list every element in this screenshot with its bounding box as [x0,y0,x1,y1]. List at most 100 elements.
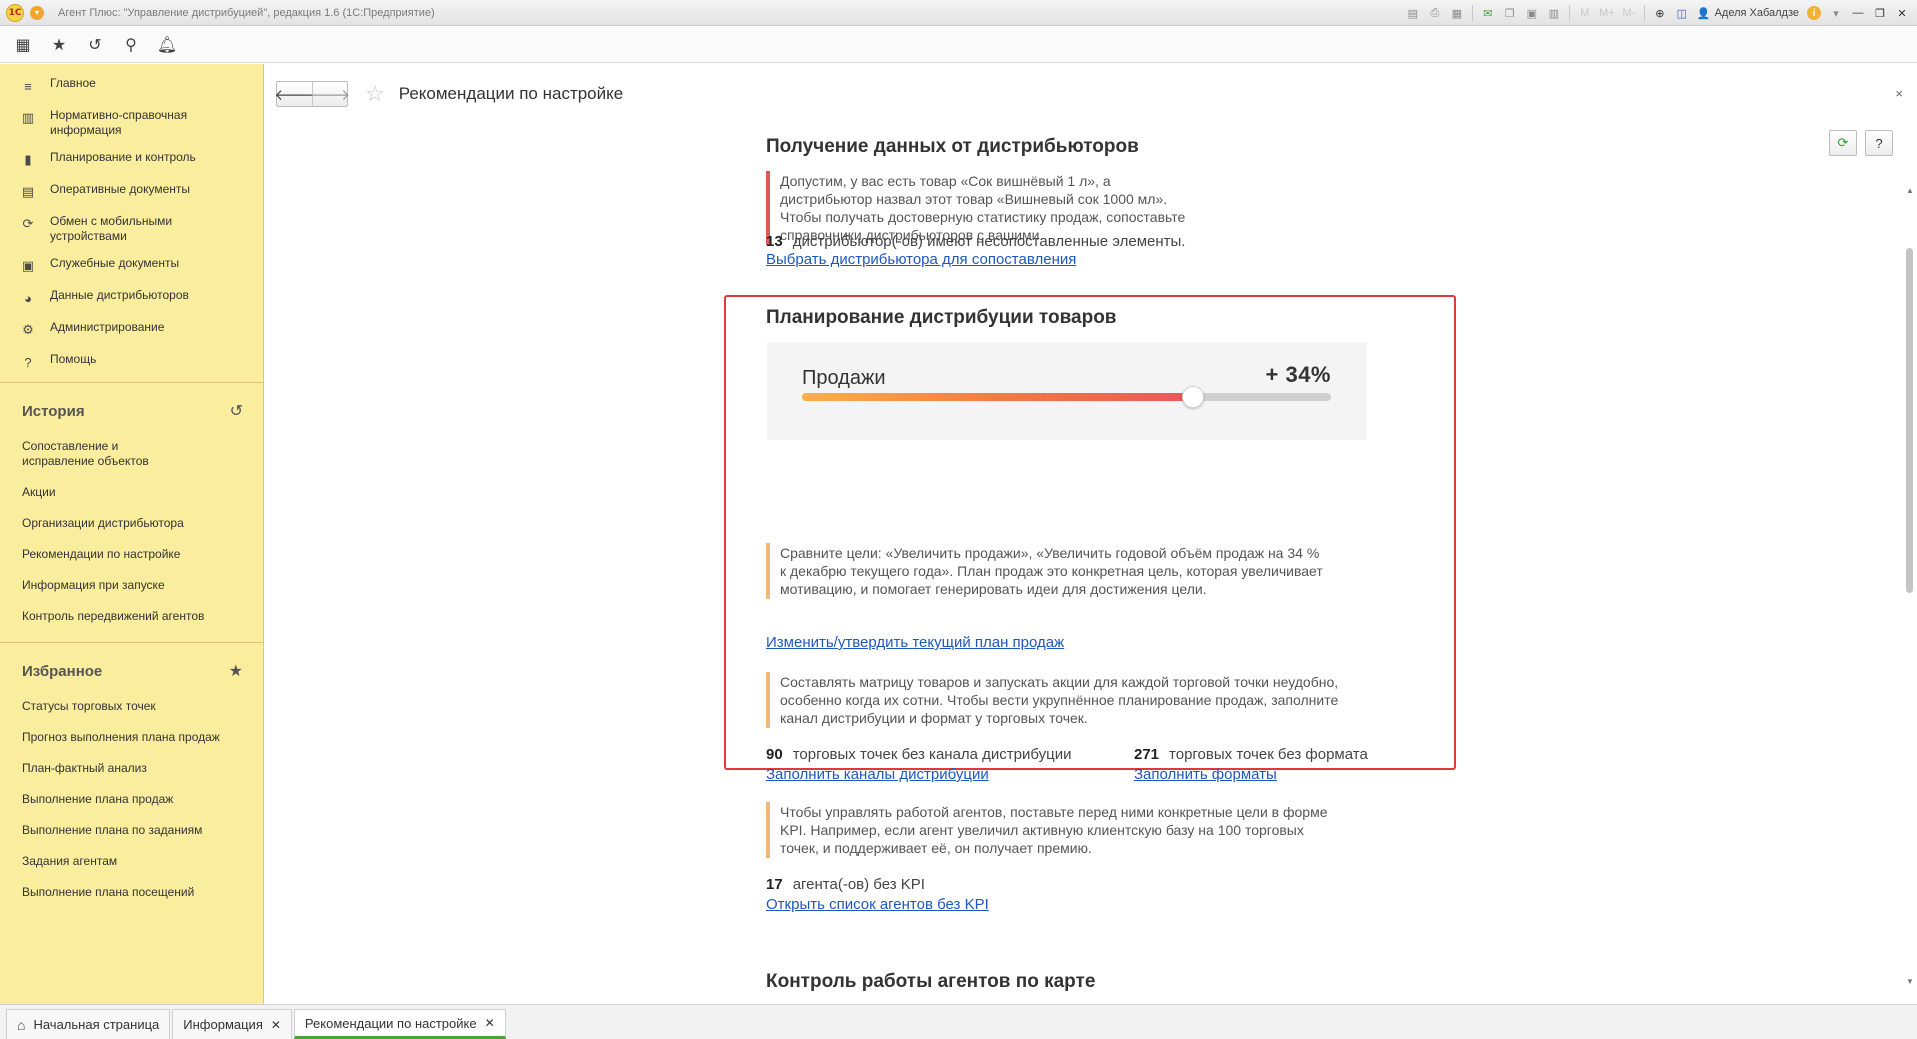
apps-grid-icon[interactable]: ▦ [12,34,34,56]
select-distributor-link[interactable]: Выбрать дистрибьютора для сопоставления [766,251,1076,268]
search-icon[interactable]: ⚲ [120,34,142,56]
restore-icon[interactable]: ❐ [1873,6,1887,20]
tab-home[interactable]: ⌂ Начальная страница [6,1009,171,1039]
stat-no-kpi: 17 агента(-ов) без KPI [766,876,925,893]
forward-button[interactable]: 🡒 [310,82,350,106]
minimize-icon[interactable]: — [1851,6,1865,20]
sidebar-item-reference[interactable]: ▥ Нормативно-справочная информация [0,102,263,144]
favorite-star-icon[interactable]: ☆ [365,81,385,107]
scroll-thumb[interactable] [1906,248,1913,593]
page-title: Рекомендации по настройке [398,84,624,103]
back-button[interactable]: 🡐 [274,82,314,106]
sidebar-item-operational-docs[interactable]: ▤ Оперативные документы [0,176,263,208]
window-titlebar: 1С ▾ Агент Плюс: "Управление дистрибуцие… [0,0,1917,26]
history-item[interactable]: Информация при запуске [0,570,263,601]
stat-distributors-count: 13 [766,233,783,250]
sidebar-item-planning[interactable]: ▮ Планирование и контроль [0,144,263,176]
pie-icon: ◕ [24,290,32,306]
sidebar-item-help[interactable]: ? Помощь [0,346,263,378]
stat-no-kpi-count: 17 [766,876,783,893]
section-distributors-title: Получение данных от дистрибьюторов [766,136,1139,157]
favorite-item[interactable]: Прогноз выполнения плана продаж [0,722,263,753]
menu-icon: ≡ [24,78,32,94]
zoom-icon[interactable]: ⊕ [1653,6,1667,20]
sales-goal-panel: Продажи + 34% [767,342,1367,440]
favorite-item[interactable]: Задания агентам [0,846,263,877]
tab-information[interactable]: Информация ✕ [172,1009,292,1039]
book-icon: ▥ [21,110,35,125]
help-icon: ? [24,354,32,370]
window-close-icon[interactable]: ✕ [1895,6,1909,20]
stat-no-format: 271 торговых точек без формата [1134,746,1368,763]
print-icon[interactable]: ⎙ [1428,6,1442,20]
app-logo-icon: 1С [6,3,24,22]
history-item[interactable]: Контроль передвижений агентов [0,601,263,632]
close-icon[interactable]: ✕ [271,1018,281,1032]
history-nav: 🡐 🡒 [274,81,350,107]
stat-no-channel: 90 торговых точек без канала дистрибуции [766,746,1072,763]
favorite-item[interactable]: Выполнение плана посещений [0,877,263,908]
sidebar-item-main[interactable]: ≡ Главное [0,70,263,102]
open-agents-without-kpi-link[interactable]: Открыть список агентов без KPI [766,896,989,913]
current-user[interactable]: 👤 Аделя Хабалдзе [1697,7,1799,20]
command-bar: ⟳ ? [1829,130,1893,156]
user-icon: 👤 [1696,7,1711,20]
clipboard-icon[interactable]: ▣ [1525,6,1539,20]
tab-label: Рекомендации по настройке [304,1015,477,1031]
fill-formats-link[interactable]: Заполнить форматы [1134,766,1277,783]
mail-icon[interactable]: ✉ [1481,6,1495,20]
info-icon[interactable]: i [1807,6,1821,20]
copy-icon[interactable]: ❐ [1503,6,1517,20]
sections-nav: ≡ Главное ▥ Нормативно-справочная информ… [0,64,263,382]
favorite-item[interactable]: Статусы торговых точек [0,691,263,722]
history-item[interactable]: Акции [0,477,263,508]
favorite-item[interactable]: Выполнение плана по заданиям [0,815,263,846]
tab-label: Информация [183,1017,263,1032]
calendar-icon[interactable]: ▥ [1547,6,1561,20]
sidebar-item-distributor-data[interactable]: ◕ Данные дистрибьюторов [0,282,263,314]
sales-slider-handle[interactable] [1182,386,1205,408]
memory-m-minus-button[interactable]: M- [1622,6,1636,20]
history-item[interactable]: Организации дистрибьютора [0,508,263,539]
preview-icon[interactable]: ▦ [1450,6,1464,20]
star-icon[interactable]: ★ [229,661,243,681]
close-icon[interactable]: ✕ [485,1016,495,1030]
memory-m-plus-button[interactable]: M+ [1599,6,1615,20]
history-item[interactable]: Рекомендации по настройке [0,539,263,570]
window-title: Агент Плюс: "Управление дистрибуцией", р… [58,6,435,19]
star-icon[interactable]: ★ [48,34,70,56]
memory-m-button[interactable]: M [1578,6,1592,20]
history-item[interactable]: Сопоставление и исправление объектов [0,431,200,477]
favorite-item[interactable]: Выполнение плана продаж [0,784,263,815]
stat-no-channel-count: 90 [766,746,783,763]
help-button[interactable]: ? [1865,130,1893,156]
sidebar-item-administration[interactable]: ⚙ Администрирование [0,314,263,346]
scroll-down-icon[interactable]: ▼ [1906,977,1914,986]
favorite-item[interactable]: План-фактный анализ [0,753,263,784]
sidebar-item-mobile-exchange[interactable]: ⟳ Обмен с мобильными устройствами [0,208,263,250]
panel-icon[interactable]: ◫ [1675,6,1689,20]
close-icon[interactable]: × [1895,86,1903,101]
bell-icon[interactable]: 🔔︎ [156,34,178,56]
tab-label: Начальная страница [33,1017,160,1032]
user-name: Аделя Хабалдзе [1714,7,1799,19]
scroll-up-icon[interactable]: ▲ [1906,186,1914,195]
sidebar-item-service-docs[interactable]: ▣ Служебные документы [0,250,263,282]
stat-distributors-text: дистрибьютор(-ов) имеют несопоставленные… [792,233,1186,250]
save-icon[interactable]: ▤ [1406,6,1420,20]
history-icon[interactable]: ↺ [84,34,106,56]
tab-setup-recommendations[interactable]: Рекомендации по настройке ✕ [293,1009,506,1039]
history-icon[interactable]: ↺ [230,401,243,421]
note-kpi: Чтобы управлять работой агентов, поставь… [766,802,1336,858]
refresh-button[interactable]: ⟳ [1829,130,1857,156]
scrollbar[interactable]: ▲ ▼ [1903,184,1917,986]
note-sales-plan: Сравните цели: «Увеличить продажи», «Уве… [766,543,1326,599]
main-menu-button[interactable]: ▾ [30,5,44,20]
edit-sales-plan-link[interactable]: Изменить/утвердить текущий план продаж [766,634,1064,651]
history-title: История [22,402,85,420]
fill-channels-link[interactable]: Заполнить каналы дистрибуции [766,766,989,783]
sales-slider[interactable] [802,386,1331,408]
note-distribution-channels: Составлять матрицу товаров и запускать а… [766,672,1346,728]
chart-icon: ▮ [24,152,32,167]
window-menu-icon[interactable]: ▾ [1829,6,1843,20]
